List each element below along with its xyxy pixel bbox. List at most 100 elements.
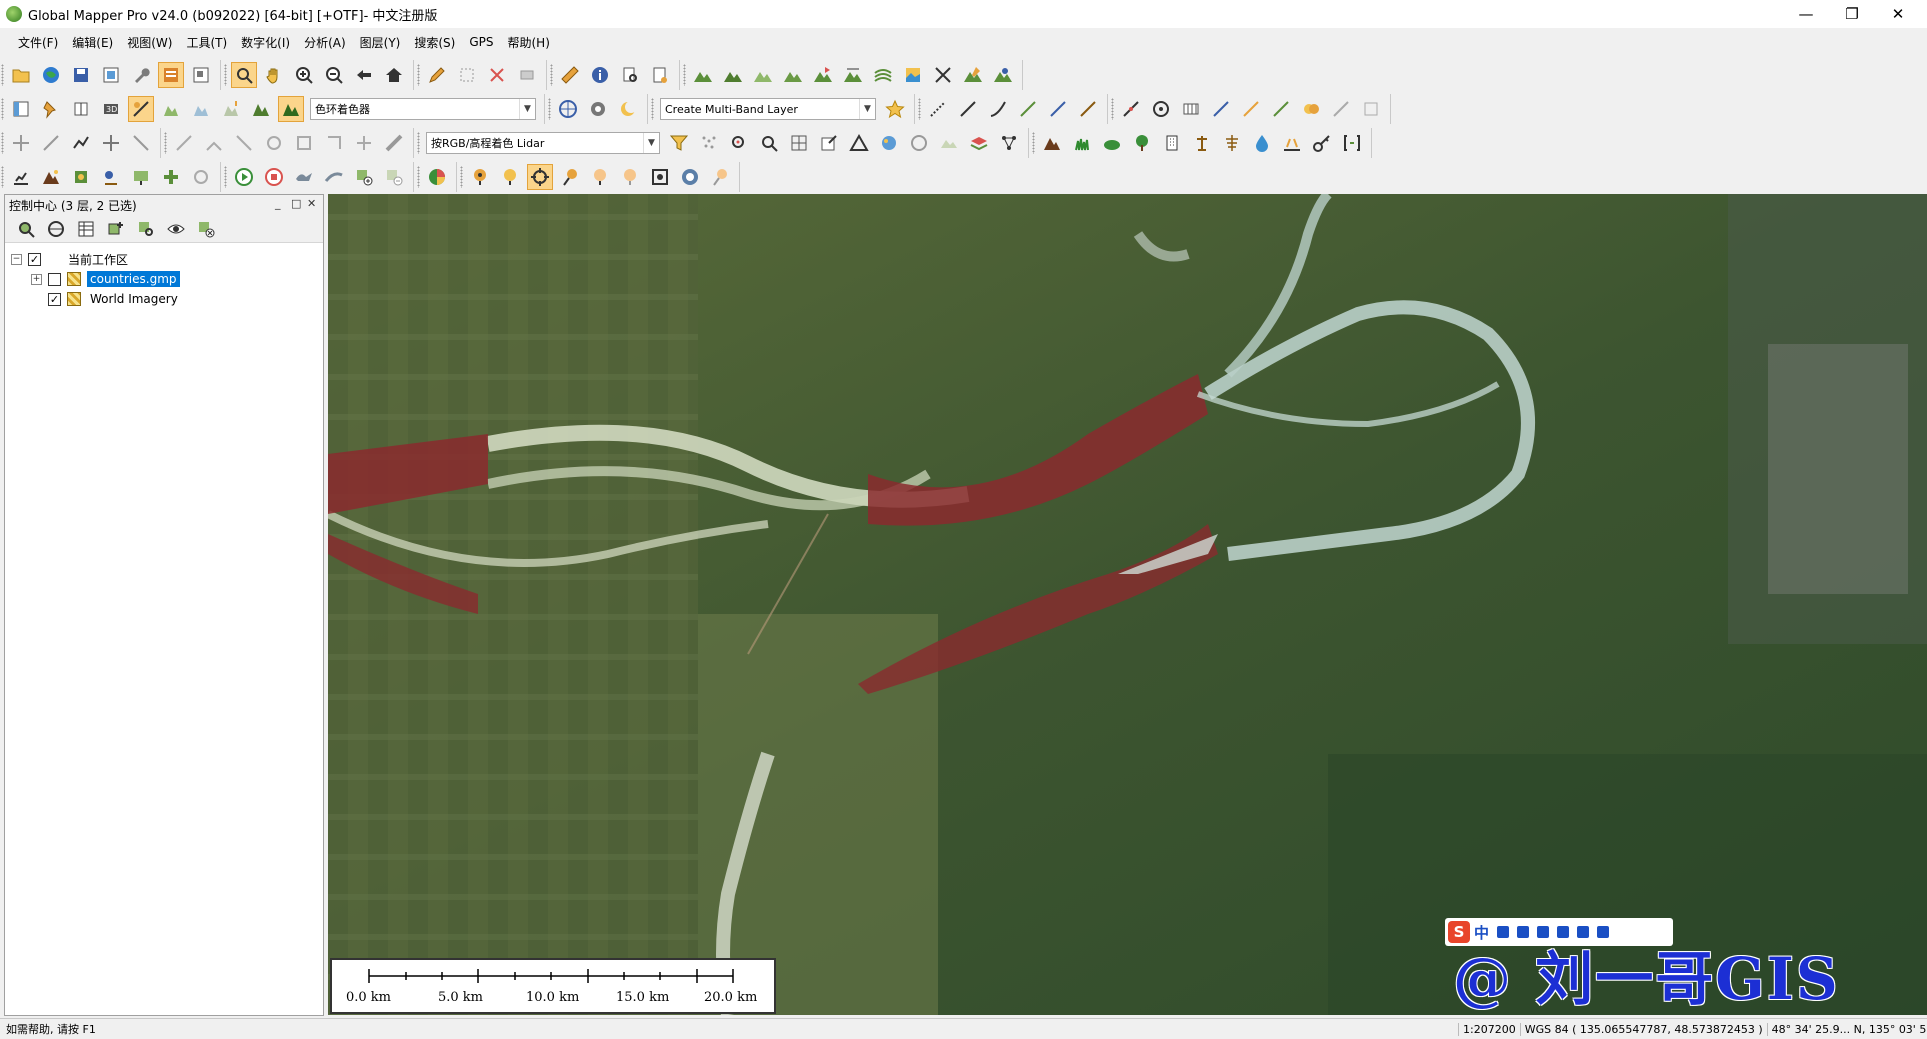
overview-icon[interactable] (188, 62, 214, 88)
remove-layer-icon[interactable] (381, 164, 407, 190)
gps-pin-5-icon[interactable] (617, 164, 643, 190)
select-rect-icon[interactable] (454, 62, 480, 88)
lighting-icon[interactable] (218, 96, 244, 122)
classify-icon[interactable] (876, 130, 902, 156)
shapes-icon[interactable] (1298, 96, 1324, 122)
building-icon[interactable] (1159, 130, 1185, 156)
lidar-grid-icon[interactable] (786, 130, 812, 156)
terrain-flag-icon[interactable] (810, 62, 836, 88)
target-icon[interactable] (1148, 96, 1174, 122)
open-data-icon[interactable] (38, 62, 64, 88)
zoom-in-icon[interactable] (291, 62, 317, 88)
analysis-4-icon[interactable] (98, 164, 124, 190)
layer-search-icon[interactable] (133, 217, 159, 241)
3d-view-icon[interactable]: 3D (98, 96, 124, 122)
water-drop-icon[interactable] (1249, 130, 1275, 156)
zoom-select-icon[interactable] (231, 62, 257, 88)
map-image-icon[interactable] (900, 62, 926, 88)
info-icon[interactable] (587, 62, 613, 88)
line-tool-5-icon[interactable] (1075, 96, 1101, 122)
feature-edit-6-icon[interactable] (321, 130, 347, 156)
panel-close-button[interactable]: ✕ (307, 197, 316, 210)
layer-globe-icon[interactable] (43, 217, 69, 241)
bush-icon[interactable] (1099, 130, 1125, 156)
workspace-checkbox[interactable]: ✓ (28, 252, 41, 266)
layer-row-world-imagery[interactable]: ✓ World Imagery (5, 289, 323, 309)
filter-icon[interactable] (666, 130, 692, 156)
workspace-row[interactable]: − ✓ 当前工作区 (5, 249, 323, 269)
zoom-out-icon[interactable] (321, 62, 347, 88)
gps-center-icon[interactable] (527, 164, 553, 190)
feature-ruler-icon[interactable] (381, 130, 407, 156)
analysis-3-icon[interactable] (68, 164, 94, 190)
search-doc-icon[interactable] (617, 62, 643, 88)
wrench-icon[interactable] (128, 62, 154, 88)
star-icon[interactable] (882, 96, 908, 122)
layer-panel-icon[interactable] (158, 62, 184, 88)
layer-table-icon[interactable] (73, 217, 99, 241)
expand-icon[interactable]: + (31, 273, 42, 285)
menu-analysis[interactable]: 分析(A) (304, 34, 346, 51)
points-icon[interactable] (696, 130, 722, 156)
line-tool-2-icon[interactable] (985, 96, 1011, 122)
menu-layer[interactable]: 图层(Y) (360, 34, 401, 51)
move-vertex-icon[interactable] (8, 130, 34, 156)
menu-file[interactable]: 文件(F) (18, 34, 58, 51)
grass-icon[interactable] (1069, 130, 1095, 156)
menu-gps[interactable]: GPS (469, 35, 493, 49)
feature-edit-7-icon[interactable] (351, 130, 377, 156)
gps-pin-2-icon[interactable] (497, 164, 523, 190)
terrain-3-icon[interactable] (750, 62, 776, 88)
vertex-5-icon[interactable] (128, 130, 154, 156)
feature-edit-1-icon[interactable] (171, 130, 197, 156)
analysis-7-icon[interactable] (188, 164, 214, 190)
gps-pin-3-icon[interactable] (557, 164, 583, 190)
feature-edit-3-icon[interactable] (231, 130, 257, 156)
terrain-2-icon[interactable] (720, 62, 746, 88)
key-icon[interactable] (1309, 130, 1335, 156)
hillshade-icon[interactable] (248, 96, 274, 122)
gps-pin-4-icon[interactable] (587, 164, 613, 190)
layer-checkbox-countries[interactable] (48, 272, 61, 286)
edit-disabled-1-icon[interactable] (1328, 96, 1354, 122)
erase-icon[interactable] (514, 62, 540, 88)
color-wheel-icon[interactable] (424, 164, 450, 190)
back-arrow-icon[interactable] (351, 62, 377, 88)
pin-icon[interactable] (38, 96, 64, 122)
map-view[interactable] (328, 194, 1927, 1015)
terrain-1-icon[interactable] (690, 62, 716, 88)
path-profile-icon[interactable] (647, 62, 673, 88)
bird-icon[interactable] (291, 164, 317, 190)
shader-select[interactable]: 色环着色器 ▼ (310, 98, 536, 120)
terrain-shade-icon[interactable] (158, 96, 184, 122)
cluster-icon[interactable] (906, 130, 932, 156)
layer-add-icon[interactable] (103, 217, 129, 241)
layout-icon[interactable] (8, 96, 34, 122)
line-tool-4-icon[interactable] (1045, 96, 1071, 122)
feature-edit-4-icon[interactable] (261, 130, 287, 156)
surface-icon[interactable] (936, 130, 962, 156)
terrain-4-icon[interactable] (780, 62, 806, 88)
menu-edit[interactable]: 编辑(E) (72, 34, 113, 51)
contour-icon[interactable] (870, 62, 896, 88)
gps-pin-6-icon[interactable] (707, 164, 733, 190)
menu-help[interactable]: 帮助(H) (508, 34, 550, 51)
menu-digitize[interactable]: 数字化(I) (241, 34, 290, 51)
digitize-4-icon[interactable] (1268, 96, 1294, 122)
gear-icon[interactable] (585, 96, 611, 122)
analysis-6-icon[interactable] (158, 164, 184, 190)
scale-view-icon[interactable] (68, 96, 94, 122)
lidar-search-icon[interactable] (726, 130, 752, 156)
layer-row-countries[interactable]: + countries.gmp (5, 269, 323, 289)
menu-search[interactable]: 搜索(S) (414, 34, 455, 51)
edit-disabled-2-icon[interactable] (1358, 96, 1384, 122)
gps-compass-icon[interactable] (677, 164, 703, 190)
triangle-icon[interactable] (846, 130, 872, 156)
terrain-measure-icon[interactable] (840, 62, 866, 88)
layer-zoom-icon[interactable] (13, 217, 39, 241)
menu-view[interactable]: 视图(W) (127, 34, 172, 51)
minimize-button[interactable]: — (1783, 0, 1829, 28)
delete-x-icon[interactable] (484, 62, 510, 88)
elevation-icon[interactable] (188, 96, 214, 122)
analysis-5-icon[interactable] (128, 164, 154, 190)
